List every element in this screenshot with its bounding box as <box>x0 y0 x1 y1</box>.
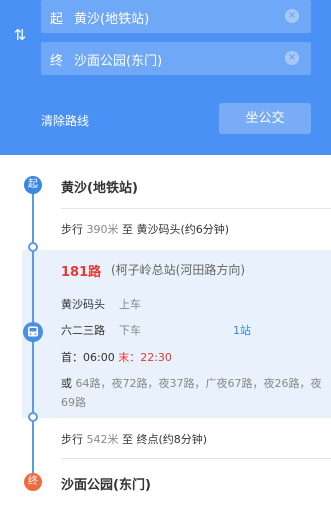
clear-route-link[interactable]: 清除路线 <box>41 112 89 129</box>
clear-start-icon[interactable]: × <box>285 9 299 23</box>
route-dot <box>28 412 38 422</box>
bus-line-direction: (柯子岭总站(河田路方向) <box>111 263 246 277</box>
end-value[interactable]: 沙面公园(东门) <box>74 50 162 69</box>
walk-distance: 390米 <box>86 223 119 236</box>
walk-prefix: 步行 <box>61 223 83 236</box>
search-header: ⇅ 起 黄沙(地铁站) × 终 沙面公园(东门) × 清除路线 坐公交 <box>0 0 331 155</box>
divider <box>61 208 331 209</box>
route-dot <box>28 242 38 252</box>
swap-icon[interactable]: ⇅ <box>9 22 31 48</box>
walk-text: 至 终点(约8分钟) <box>122 433 208 446</box>
board-action: 上车 <box>119 298 141 311</box>
start-field[interactable]: 起 黄沙(地铁站) × <box>41 0 311 33</box>
start-value[interactable]: 黄沙(地铁站) <box>74 8 149 27</box>
alight-stop-name: 六二三路 <box>61 324 105 337</box>
start-marker-icon: 起 <box>24 176 42 194</box>
first-bus-time: 首：06:00 <box>61 351 115 364</box>
end-station-name: 沙面公园(东门) <box>61 478 151 493</box>
take-bus-button[interactable]: 坐公交 <box>219 103 311 134</box>
alternative-lines: 或 64路，夜72路，夜37路，广夜67路，夜26路，夜69路 <box>61 374 327 412</box>
end-marker-icon: 终 <box>24 473 42 491</box>
end-field[interactable]: 终 沙面公园(东门) × <box>41 42 311 75</box>
last-bus-time: 末：22:30 <box>118 351 172 364</box>
bus-icon <box>23 322 43 342</box>
bus-times: 首：06:00 末：22:30 <box>61 349 172 365</box>
walk-prefix: 步行 <box>61 433 83 446</box>
alternatives-list[interactable]: 64路，夜72路，夜37路，广夜67路，夜26路，夜69路 <box>61 377 321 409</box>
walk-step-1: 步行 390米 至 黄沙码头(约6分钟) <box>61 221 229 237</box>
board-stop-name: 黄沙码头 <box>61 298 105 311</box>
walk-text: 至 黄沙码头(约6分钟) <box>122 223 230 236</box>
walk-distance: 542米 <box>86 433 119 446</box>
end-tag: 终 <box>50 54 64 69</box>
stop-count: 1站 <box>233 324 251 337</box>
alternatives-lead: 或 <box>61 377 72 390</box>
divider <box>61 458 331 459</box>
clear-end-icon[interactable]: × <box>285 51 299 65</box>
walk-step-2: 步行 542米 至 终点(约8分钟) <box>61 431 207 447</box>
bus-line-name[interactable]: 181路 <box>61 261 101 280</box>
start-tag: 起 <box>50 12 64 27</box>
start-station-name: 黄沙(地铁站) <box>61 181 138 196</box>
alight-action: 下车 <box>119 324 141 337</box>
